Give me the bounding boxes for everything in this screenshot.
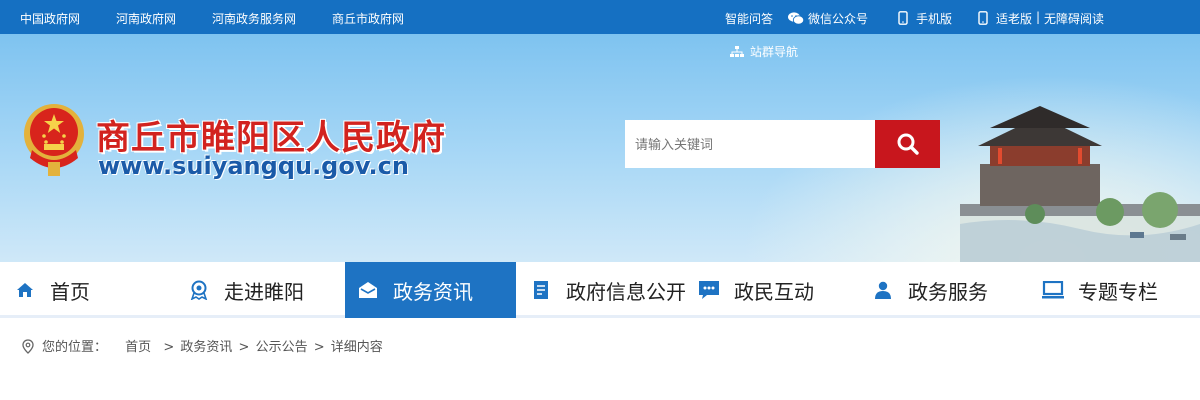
breadcrumb-news[interactable]: 政务资讯 [180, 340, 232, 355]
nav-item-services[interactable]: 政务服务 [860, 262, 1032, 318]
separator: | [1036, 10, 1041, 24]
nav-item-home[interactable]: 首页 [0, 262, 172, 318]
nav-label-topics: 专题专栏 [1078, 279, 1158, 304]
search-icon [897, 133, 919, 155]
main-nav: 首页 走进睢阳 政务资讯 政府信息公开 政民互动 政务服务 专题专栏 [0, 262, 1200, 318]
breadcrumb-sep-3: > [313, 340, 325, 355]
phone-icon-elder [978, 11, 988, 25]
elder-label: 适老版 [996, 12, 1033, 26]
header-banner: 站群导航 商丘市睢阳区人民政府 www.suiyangqu.gov.cn [0, 34, 1200, 262]
nav-item-interaction[interactable]: 政民互动 [688, 262, 860, 318]
nav-label-home: 首页 [50, 279, 90, 304]
phone-icon [898, 11, 908, 25]
chat-icon [698, 279, 720, 301]
user-icon [872, 279, 894, 301]
accessible-link[interactable]: 无障碍阅读 [1044, 10, 1104, 27]
site-nav-link[interactable]: 站群导航 [730, 43, 798, 60]
document-icon [530, 279, 552, 301]
sitemap-icon [730, 46, 744, 57]
link-gov-cn[interactable]: 中国政府网 [20, 10, 80, 27]
breadcrumb-home[interactable]: 首页 [125, 340, 151, 355]
breadcrumb: 您的位置： 首页 > 政务资讯 > 公示公告 > 详细内容 [22, 336, 385, 355]
site-nav-label: 站群导航 [750, 45, 799, 59]
breadcrumb-notices[interactable]: 公示公告 [256, 340, 308, 355]
wechat-link[interactable]: 微信公众号 [788, 10, 868, 27]
nav-label-news: 政务资讯 [393, 279, 473, 304]
breadcrumb-sep-2: > [238, 340, 250, 355]
home-icon [14, 279, 36, 301]
mobile-label: 手机版 [916, 12, 953, 26]
nav-label-about: 走进睢阳 [224, 279, 304, 304]
link-shangqiu-gov[interactable]: 商丘市政府网 [332, 10, 404, 27]
badge-icon [188, 279, 210, 301]
envelope-icon [357, 279, 379, 301]
nav-label-interaction: 政民互动 [734, 279, 814, 304]
breadcrumb-sep-1: > [163, 340, 175, 355]
wechat-icon [788, 12, 805, 25]
search-input[interactable] [625, 120, 875, 168]
breadcrumb-detail: 详细内容 [330, 340, 383, 355]
breadcrumb-prefix: 您的位置： [42, 340, 108, 355]
top-bar: 中国政府网 河南政府网 河南政务服务网 商丘市政府网 智能问答 微信公众号 手机… [0, 0, 1200, 34]
nav-item-topics[interactable]: 专题专栏 [1032, 262, 1200, 318]
search-button[interactable] [875, 120, 940, 168]
smart-qa-link[interactable]: 智能问答 [725, 10, 773, 27]
city-gate-illustration [960, 106, 1200, 262]
elder-link[interactable]: 适老版 [978, 10, 1032, 27]
location-pin-icon [22, 339, 34, 354]
national-emblem-icon [24, 104, 84, 176]
site-url: www.suiyangqu.gov.cn [98, 152, 409, 180]
nav-item-about[interactable]: 走进睢阳 [172, 262, 344, 318]
link-henan-gov[interactable]: 河南政府网 [116, 10, 176, 27]
mobile-link[interactable]: 手机版 [898, 10, 952, 27]
nav-label-services: 政务服务 [908, 279, 988, 304]
nav-label-disclosure: 政府信息公开 [566, 279, 686, 304]
nav-item-disclosure[interactable]: 政府信息公开 [516, 262, 688, 318]
monitor-icon [1042, 279, 1064, 301]
nav-item-news[interactable]: 政务资讯 [345, 262, 516, 318]
wechat-label: 微信公众号 [808, 12, 869, 26]
link-henan-service[interactable]: 河南政务服务网 [212, 10, 296, 27]
